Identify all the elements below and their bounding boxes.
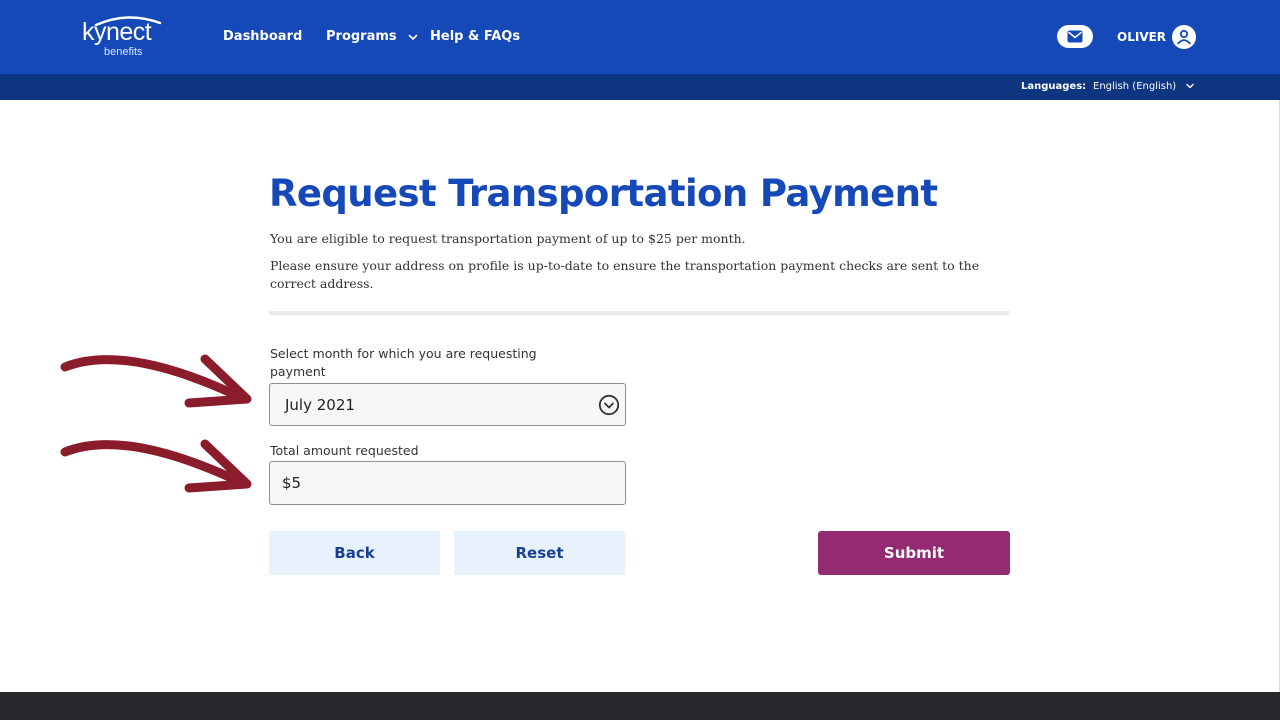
user-profile-button[interactable] bbox=[1172, 25, 1196, 49]
chevron-down-icon bbox=[408, 34, 418, 40]
languages-label: Languages: bbox=[1021, 81, 1087, 92]
logo-subtitle: benefits bbox=[104, 46, 143, 58]
language-bar: Languages: English (English) bbox=[0, 74, 1280, 100]
nav-programs-dropdown[interactable]: Programs bbox=[326, 27, 419, 47]
annotation-arrow-icon bbox=[60, 354, 252, 408]
logo-wordmark: kynect bbox=[82, 18, 152, 46]
amount-input[interactable] bbox=[269, 461, 626, 505]
eligibility-text: You are eligible to request transportati… bbox=[270, 231, 746, 246]
month-select-value: July 2021 bbox=[285, 396, 355, 414]
month-field-label: Select month for which you are requestin… bbox=[270, 346, 537, 379]
nav-dashboard-label: Dashboard bbox=[223, 29, 303, 44]
messages-button[interactable] bbox=[1057, 25, 1093, 48]
kynect-benefits-logo[interactable]: kynect benefits bbox=[82, 14, 182, 60]
nav-help-label: Help & FAQs bbox=[430, 29, 521, 44]
page-footer bbox=[0, 692, 1280, 720]
back-button[interactable]: Back bbox=[269, 531, 440, 575]
top-navigation-bar: kynect benefits Dashboard Programs Help … bbox=[0, 0, 1280, 74]
nav-help-faqs-link[interactable]: Help & FAQs bbox=[430, 27, 520, 47]
user-avatar-icon bbox=[1177, 29, 1191, 45]
annotation-arrow-icon bbox=[60, 439, 252, 493]
chevron-down-icon bbox=[1186, 83, 1195, 89]
nav-dashboard-link[interactable]: Dashboard bbox=[223, 27, 302, 47]
chevron-down-circle-icon bbox=[598, 394, 620, 416]
section-divider bbox=[269, 311, 1010, 315]
address-notice-text: Please ensure your address on profile is… bbox=[270, 258, 980, 291]
month-select[interactable]: July 2021 bbox=[269, 383, 626, 426]
nav-programs-label: Programs bbox=[326, 29, 397, 44]
amount-field-label: Total amount requested bbox=[270, 443, 419, 458]
language-selected-value: English (English) bbox=[1093, 81, 1177, 92]
page-title: Request Transportation Payment bbox=[269, 172, 938, 215]
user-name: OLIVER bbox=[1117, 30, 1167, 44]
submit-button[interactable]: Submit bbox=[818, 531, 1010, 575]
language-selector[interactable]: English (English) bbox=[1093, 80, 1195, 94]
envelope-icon bbox=[1067, 30, 1083, 43]
reset-button[interactable]: Reset bbox=[454, 531, 625, 575]
